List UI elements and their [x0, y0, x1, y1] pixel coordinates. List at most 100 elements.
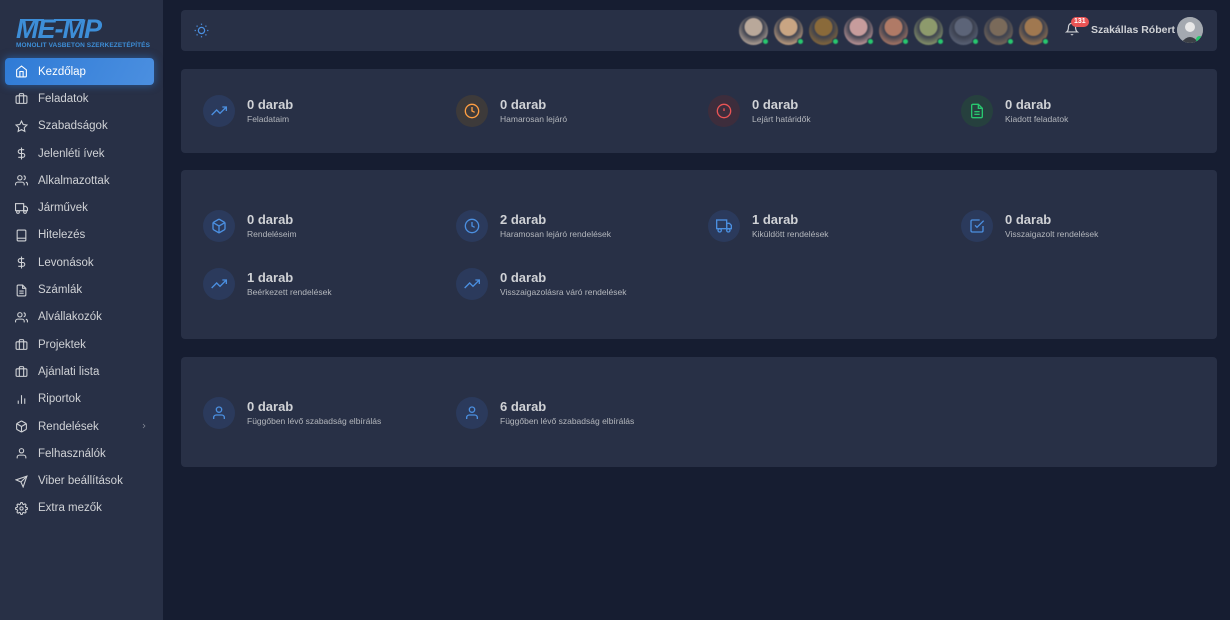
online-users-avatars	[739, 16, 1054, 45]
leave-summary-card: 0 darab Függőben lévő szabadság elbírálás…	[181, 357, 1217, 467]
sidebar-item-extra-mezok[interactable]: Extra mezők	[5, 495, 154, 522]
users-icon	[14, 174, 28, 188]
dollar-icon	[14, 147, 28, 161]
logo-mark: ME-MP	[16, 14, 104, 42]
stat-label: Visszaigazolásra váró rendelések	[500, 287, 627, 297]
user-avatar[interactable]	[1177, 17, 1203, 43]
stat-fuggoben-levo-szabadsag-1[interactable]: 0 darab Függőben lévő szabadság elbírálás	[203, 397, 381, 429]
home-icon	[14, 65, 28, 79]
online-user-avatar[interactable]	[1019, 16, 1049, 45]
online-user-avatar[interactable]	[914, 16, 944, 45]
sidebar-item-jelenleti-ivek[interactable]: Jelenléti ívek	[5, 140, 154, 167]
sidebar-item-jarmuvek[interactable]: Járművek	[5, 194, 154, 221]
sidebar-item-label: Hitelezés	[38, 229, 86, 242]
sidebar-item-szamlak[interactable]: Számlák	[5, 276, 154, 303]
stat-rendeleseim[interactable]: 0 darab Rendeléseim	[203, 210, 297, 242]
sidebar-item-feladatok[interactable]: Feladatok	[5, 85, 154, 112]
sidebar-item-viber-beallitasok[interactable]: Viber beállítások	[5, 467, 154, 494]
clock-icon	[456, 210, 488, 242]
sidebar-item-alkalmazottak[interactable]: Alkalmazottak	[5, 167, 154, 194]
file-text-icon	[961, 95, 993, 127]
notification-count-badge: 131	[1071, 17, 1089, 27]
sidebar-item-label: Rendelések	[38, 420, 99, 433]
stat-hamarosan-lejaro[interactable]: 0 darab Hamarosan lejáró	[456, 95, 567, 127]
online-user-avatar[interactable]	[809, 16, 839, 45]
stat-label: Rendeléseim	[247, 229, 297, 239]
online-user-avatar[interactable]	[879, 16, 909, 45]
sidebar-nav: Kezdőlap Feladatok Szabadságok Jelenléti…	[5, 58, 154, 522]
stat-label: Visszaigazolt rendelések	[1005, 229, 1099, 239]
stat-haramosan-lejaro-rendelesek[interactable]: 2 darab Haramosan lejáró rendelések	[456, 210, 611, 242]
sidebar-item-levonasok[interactable]: Levonások	[5, 249, 154, 276]
stat-label: Függőben lévő szabadság elbírálás	[247, 416, 382, 426]
box-icon	[203, 210, 235, 242]
settings-icon	[14, 501, 28, 515]
sidebar-item-label: Szabadságok	[38, 120, 108, 133]
sidebar-item-riportok[interactable]: Riportok	[5, 386, 154, 413]
online-user-avatar[interactable]	[949, 16, 979, 45]
stat-feladataim[interactable]: 0 darab Feladataim	[203, 95, 293, 127]
sidebar-item-label: Ajánlati lista	[38, 365, 100, 378]
sun-icon[interactable]	[194, 23, 209, 38]
sidebar-item-label: Feladatok	[38, 92, 89, 105]
stat-value: 0 darab	[500, 97, 547, 112]
trending-up-icon	[203, 95, 235, 127]
online-user-avatar[interactable]	[844, 16, 874, 45]
sidebar: ME-MP MONOLIT VASBETON SZERKEZETÉPÍTÉS K…	[0, 0, 163, 620]
sidebar-item-label: Riportok	[38, 393, 81, 406]
trending-up-icon	[456, 268, 488, 300]
stat-value: 2 darab	[500, 212, 547, 227]
truck-icon	[708, 210, 740, 242]
dollar-icon	[14, 256, 28, 270]
user-name[interactable]: Szakállas Róbert	[1091, 24, 1175, 36]
sidebar-item-label: Felhasználók	[38, 447, 106, 460]
sidebar-item-projektek[interactable]: Projektek	[5, 331, 154, 358]
sidebar-item-ajanlati-lista[interactable]: Ajánlati lista	[5, 358, 154, 385]
trending-up-icon	[203, 268, 235, 300]
sidebar-item-label: Projektek	[38, 338, 86, 351]
stat-kikuldott-rendelesek[interactable]: 1 darab Kiküldött rendelések	[708, 210, 829, 242]
briefcase-icon	[14, 92, 28, 106]
stat-value: 0 darab	[247, 97, 294, 112]
stat-value: 0 darab	[752, 97, 799, 112]
online-user-avatar[interactable]	[984, 16, 1014, 45]
sidebar-item-label: Alvállakozók	[38, 311, 102, 324]
stat-label: Hamarosan lejáró	[500, 114, 568, 124]
sidebar-item-label: Kezdőlap	[38, 65, 86, 78]
send-icon	[14, 474, 28, 488]
stat-lejart-hataridok[interactable]: 0 darab Lejárt határidők	[708, 95, 811, 127]
orders-summary-card: 0 darab Rendeléseim 2 darab Haramosan lejá…	[181, 170, 1217, 339]
bar-chart-icon	[14, 392, 28, 406]
stat-visszaigazolt-rendelesek[interactable]: 0 darab Visszaigazolt rendelések	[961, 210, 1098, 242]
sidebar-item-kezdolap[interactable]: Kezdőlap	[5, 58, 154, 86]
top-navbar: 131 Szakállas Róbert	[181, 10, 1217, 51]
sidebar-item-label: Jelenléti ívek	[38, 147, 105, 160]
tablet-icon	[14, 228, 28, 242]
stat-label: Lejárt határidők	[752, 114, 811, 124]
sidebar-item-hitelezes[interactable]: Hitelezés	[5, 222, 154, 249]
sidebar-item-alvallakozok[interactable]: Alvállakozók	[5, 304, 154, 331]
chevron-right-icon	[140, 422, 148, 430]
stat-value: 1 darab	[247, 270, 294, 285]
sidebar-item-felhasznalok[interactable]: Felhasználók	[5, 440, 154, 467]
company-logo[interactable]: ME-MP MONOLIT VASBETON SZERKEZETÉPÍTÉS	[14, 14, 150, 50]
logo-tagline: MONOLIT VASBETON SZERKEZETÉPÍTÉS	[16, 42, 151, 49]
alert-circle-icon	[708, 95, 740, 127]
user-icon	[203, 397, 235, 429]
stat-visszaigazolasra-varo-rendelesek[interactable]: 0 darab Visszaigazolásra váró rendelések	[456, 268, 626, 300]
online-user-avatar[interactable]	[774, 16, 804, 45]
stat-beerkezett-rendelesek[interactable]: 1 darab Beérkezett rendelések	[203, 268, 332, 300]
stat-kiadott-feladatok[interactable]: 0 darab Kiadott feladatok	[961, 95, 1068, 127]
sidebar-item-label: Alkalmazottak	[38, 174, 110, 187]
sidebar-item-szabadsagok[interactable]: Szabadságok	[5, 113, 154, 140]
star-icon	[14, 119, 28, 133]
users-icon	[14, 310, 28, 324]
truck-icon	[14, 201, 28, 215]
briefcase-icon	[14, 338, 28, 352]
stat-fuggoben-levo-szabadsag-2[interactable]: 6 darab Függőben lévő szabadság elbírálás	[456, 397, 634, 429]
online-user-avatar[interactable]	[739, 16, 769, 45]
tasks-summary-card: 0 darab Feladataim 0 darab Hamarosan lejár…	[181, 69, 1217, 153]
sidebar-item-rendelesek[interactable]: Rendelések	[5, 413, 154, 440]
sidebar-item-label: Extra mezők	[38, 502, 102, 515]
box-icon	[14, 420, 28, 434]
